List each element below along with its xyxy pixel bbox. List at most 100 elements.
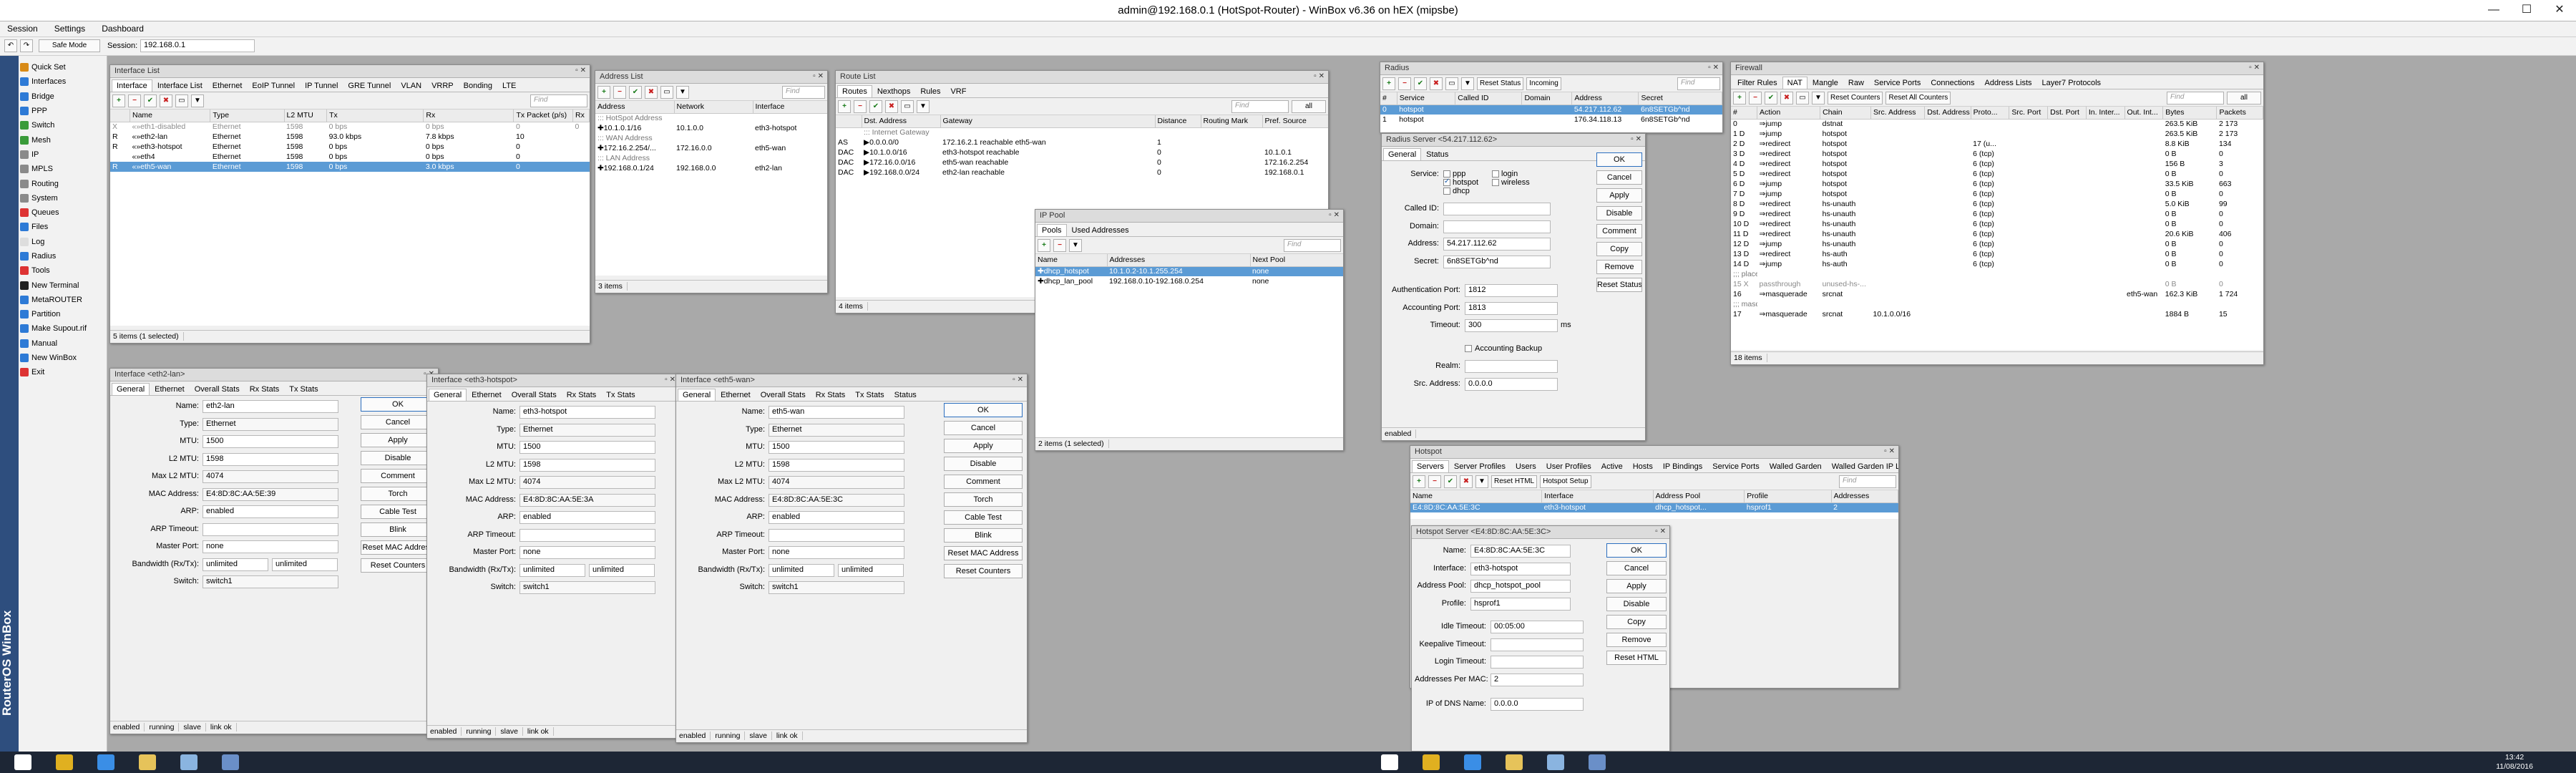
column-header[interactable]: Bytes [2162,107,2218,120]
remove-button[interactable]: − [1428,475,1441,488]
table-row[interactable]: 12 D ⇒jump hs-unauth 6 (tcp) 0 B 0 [1731,239,2263,249]
table-row[interactable]: 2 D ⇒redirect hotspot 17 (u... 8.8 KiB 134 [1731,139,2263,149]
table-row[interactable]: AS ▶0.0.0.0/0 172.16.2.1 reachable eth5-wa… [836,137,1328,147]
add-button[interactable]: + [597,85,610,99]
ok-button[interactable]: OK [944,403,1023,417]
tab-tx-stats[interactable]: Tx Stats [850,389,889,401]
tab-interface[interactable]: Interface [112,79,152,92]
apply-button[interactable]: Apply [944,439,1023,453]
column-header[interactable]: Address [1571,92,1639,105]
remove-button[interactable]: − [854,99,867,113]
sidebar-item-make-supout-rif[interactable]: Make Supout.rif [20,321,106,336]
tab-vlan[interactable]: VLAN [396,79,426,92]
column-header[interactable]: Pref. Source [1262,115,1328,128]
enable-button[interactable]: ✔ [869,99,882,113]
sidebar-item-quick-set[interactable]: Quick Set [20,60,106,74]
tab-walled-garden-ip-list[interactable]: Walled Garden IP List [1827,460,1898,472]
reset-mac-address-button[interactable]: Reset MAC Address [944,546,1023,560]
sidebar-item-tools[interactable]: Tools [20,263,106,278]
timeout-input[interactable]: 300 [1465,319,1558,332]
tab-ip-tunnel[interactable]: IP Tunnel [300,79,343,92]
column-header[interactable]: Gateway [940,115,1156,128]
filter-button[interactable]: ▼ [917,99,930,113]
safe-mode-button[interactable]: Safe Mode [39,39,100,52]
acct-port-input[interactable]: 1813 [1465,301,1558,315]
column-header[interactable]: Profile [1744,490,1832,503]
ok-button[interactable]: OK [1596,152,1642,167]
field-value[interactable]: enabled [203,505,338,518]
table-row[interactable]: E4:8D:8C:AA:5E:3C eth3-hotspot dhcp_hotspo… [1410,502,1898,512]
address-input[interactable]: 54.217.112.62 [1443,238,1551,251]
column-header[interactable]: Interface [1541,490,1654,503]
column-header[interactable]: Address Pool [1653,490,1745,503]
tab-layer7-protocols[interactable]: Layer7 Protocols [2037,77,2107,89]
explorer-icon[interactable] [1506,754,1523,770]
hs-dns-input[interactable]: 0.0.0.0 [1491,698,1584,711]
disable-button[interactable]: Disable [361,451,435,465]
minimize-button[interactable]: — [2477,0,2510,21]
tab-servers[interactable]: Servers [1412,460,1449,472]
comment-button[interactable]: ▭ [1445,77,1458,90]
table-row[interactable]: 0 ⇒jump dstnat 263.5 KiB 2 173 [1731,119,2263,129]
cancel-button[interactable]: Cancel [1606,561,1667,575]
table-row[interactable]: ;;; place hotspot rules here [1731,269,2263,279]
vmware-icon[interactable] [180,754,197,770]
field-value[interactable] [519,528,655,542]
table-row[interactable]: 14 D ⇒jump hs-auth 6 (tcp) 0 B 0 [1731,259,2263,269]
table-row[interactable]: ✚dhcp_hotspot 10.1.0.2-10.1.255.254 none [1035,266,1343,276]
find-input[interactable]: Find [1284,238,1341,252]
enable-button[interactable]: ✔ [1414,77,1427,90]
hs-interface-select[interactable]: eth3-hotspot [1470,562,1571,575]
menu-session[interactable]: Session [0,21,45,36]
add-button[interactable]: + [1733,91,1746,104]
apply-button[interactable]: Apply [1596,188,1642,203]
start-icon[interactable] [14,754,31,770]
enable-button[interactable]: ✔ [144,94,157,107]
tab-eoip-tunnel[interactable]: EoIP Tunnel [247,79,300,92]
field-value[interactable]: enabled [769,511,904,524]
field-value[interactable]: eth5-wan [769,406,904,419]
cancel-button[interactable]: Cancel [944,421,1023,435]
winbox-icon[interactable] [1589,754,1606,770]
reset-mac-address-button[interactable]: Reset MAC Address [361,540,435,555]
column-header[interactable]: Dst. Port [2047,107,2087,120]
tab-general[interactable]: General [112,383,150,395]
remove-button[interactable]: − [1053,238,1066,252]
sidebar-item-ppp[interactable]: PPP [20,104,106,118]
tab-tx-stats[interactable]: Tx Stats [601,389,640,401]
reset-status-button[interactable]: Reset Status [1477,77,1524,90]
hs-apm-input[interactable]: 2 [1491,673,1584,686]
ie-icon[interactable] [1464,754,1481,770]
ok-button[interactable]: OK [361,397,435,412]
find-input[interactable]: Find [1231,99,1289,113]
filter-select[interactable]: all [1292,99,1326,113]
column-header[interactable]: Src. Port [2009,107,2049,120]
table-row[interactable]: ::: WAN Address [595,133,827,143]
tab-rx-stats[interactable]: Rx Stats [245,383,285,395]
tab-general[interactable]: General [429,389,467,401]
sidebar-item-switch[interactable]: Switch [20,118,106,132]
tab-interface-list[interactable]: Interface List [152,79,208,92]
sidebar-item-mesh[interactable]: Mesh [20,132,106,147]
comment-button[interactable]: ▭ [175,94,188,107]
field-value[interactable]: 1598 [769,458,904,472]
comment-button[interactable]: ▭ [1796,91,1809,104]
hs-idle-input[interactable]: 00:05:00 [1491,621,1584,633]
column-header[interactable]: Next Pool [1250,254,1343,267]
table-row[interactable]: DAC ▶10.1.0.0/16 eth3-hotspot reachable 0 10… [836,147,1328,157]
column-header[interactable]: Network [674,101,753,114]
tab-ethernet[interactable]: Ethernet [467,389,507,401]
find-input[interactable]: Find [1839,475,1896,488]
field-value[interactable]: eth3-hotspot [519,406,655,419]
clock[interactable]: 13:42 11/08/2016 [2496,753,2533,772]
bandwidth-tx-input[interactable]: unlimited [272,558,338,571]
table-row[interactable]: 5 D ⇒redirect hotspot 6 (tcp) 0 B 0 [1731,169,2263,179]
filter-button[interactable]: ▼ [676,85,689,99]
column-header[interactable]: Name [1410,490,1543,503]
column-header[interactable]: Addresses [1831,490,1898,503]
tab-service-ports[interactable]: Service Ports [1869,77,1926,89]
disable-button[interactable]: ✖ [645,85,658,99]
service-hotspot-checkbox[interactable] [1443,178,1450,186]
table-row[interactable]: 10 D ⇒redirect hs-unauth 6 (tcp) 0 B 0 [1731,219,2263,229]
column-header[interactable]: Out. Int... [2124,107,2164,120]
